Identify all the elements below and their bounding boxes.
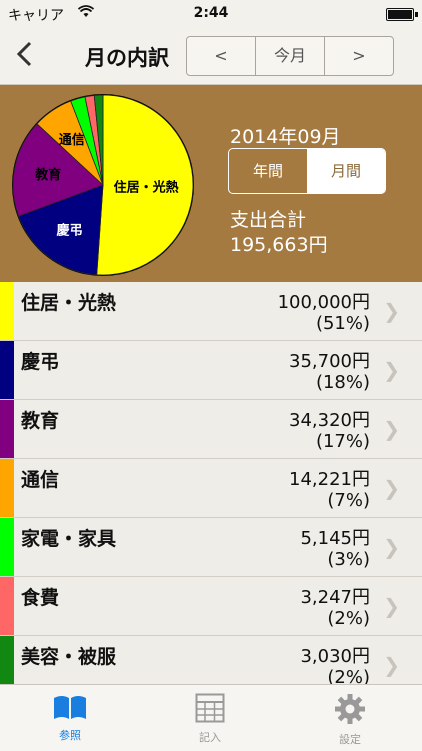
category-percent: (2%): [327, 608, 370, 629]
category-color-swatch: [0, 282, 14, 340]
total-label: 支出合計: [230, 209, 307, 231]
tab-entry[interactable]: 記入: [170, 693, 250, 745]
page-title: 月の内訳: [85, 46, 169, 70]
period-year-button[interactable]: 年間: [229, 149, 307, 193]
category-percent: (18%): [315, 372, 370, 393]
chevron-left-icon: [16, 41, 32, 67]
expense-pie-chart: 住居・光熱慶弔 教育 通信: [12, 94, 194, 276]
pie-slice-label: 教育: [34, 167, 61, 183]
chevron-right-icon: ❯: [383, 476, 400, 500]
category-row[interactable]: 通信 14,221円 (7%) ❯: [0, 459, 422, 518]
category-amount: 35,700円: [289, 351, 370, 372]
category-row[interactable]: 慶弔 35,700円 (18%) ❯: [0, 341, 422, 400]
category-name: 住居・光熱: [21, 292, 117, 314]
period-toggle: 年間 月間: [228, 148, 386, 194]
category-amount: 3,030円: [300, 646, 370, 667]
chevron-right-icon: ❯: [383, 299, 400, 323]
pie-slice-label: 住居・光熱: [114, 180, 179, 196]
category-percent: (17%): [315, 431, 370, 452]
status-time: 2:44: [193, 5, 229, 21]
previous-month-button[interactable]: <: [187, 37, 256, 75]
chevron-right-icon: ❯: [383, 653, 400, 677]
tab-reference-label: 参照: [59, 729, 81, 742]
category-name: 美容・被服: [21, 646, 117, 668]
chevron-right-icon: ❯: [383, 594, 400, 618]
period-month-button[interactable]: 月間: [307, 149, 385, 193]
pie-slice-label: 慶弔: [57, 223, 83, 239]
category-list: 住居・光熱 100,000円 (51%) ❯ 慶弔 35,700円 (18%) ❯ 教育 34,3…: [0, 282, 422, 684]
category-amount: 3,247円: [300, 587, 370, 608]
category-name: 家電・家具: [21, 528, 117, 550]
category-percent: (51%): [315, 313, 370, 334]
category-row[interactable]: 家電・家具 5,145円 (3%) ❯: [0, 518, 422, 577]
chevron-right-icon: ❯: [383, 358, 400, 382]
category-percent: (3%): [327, 549, 370, 570]
back-button[interactable]: [14, 40, 38, 70]
tab-bar: 参照 記入 設定: [0, 684, 422, 751]
book-icon: [54, 696, 86, 719]
category-color-swatch: [0, 341, 14, 399]
tab-settings-label: 設定: [339, 733, 361, 746]
category-amount: 5,145円: [300, 528, 370, 549]
grid-icon: [195, 693, 225, 723]
category-amount: 100,000円: [277, 292, 370, 313]
category-color-swatch: [0, 636, 14, 684]
category-amount: 34,320円: [289, 410, 370, 431]
battery-icon: [386, 8, 418, 21]
category-row[interactable]: 住居・光熱 100,000円 (51%) ❯: [0, 282, 422, 341]
tab-settings[interactable]: 設定: [310, 693, 390, 747]
summary-panel: 住居・光熱慶弔 教育 通信 2014年09月 年間 月間 支出合計 195,663円: [0, 85, 422, 282]
category-percent: (7%): [327, 490, 370, 511]
category-color-swatch: [0, 400, 14, 458]
month-label: 2014年09月: [230, 126, 341, 148]
status-bar: キャリア 2:44: [0, 0, 422, 28]
next-month-button[interactable]: >: [325, 37, 393, 75]
navigation-bar: 月の内訳 < 今月 >: [0, 28, 422, 85]
category-row[interactable]: 教育 34,320円 (17%) ❯: [0, 400, 422, 459]
current-month-button[interactable]: 今月: [256, 37, 325, 75]
month-navigator: < 今月 >: [186, 36, 394, 76]
chevron-right-icon: ❯: [383, 535, 400, 559]
tab-entry-label: 記入: [199, 731, 221, 744]
category-name: 通信: [21, 469, 60, 491]
category-row[interactable]: 美容・被服 3,030円 (2%) ❯: [0, 636, 422, 684]
category-color-swatch: [0, 577, 14, 635]
total-value: 195,663円: [230, 234, 328, 256]
category-amount: 14,221円: [289, 469, 370, 490]
gear-icon: [335, 694, 365, 724]
category-name: 慶弔: [21, 351, 60, 373]
category-name: 教育: [21, 410, 60, 432]
pie-slice-label: 通信: [59, 132, 85, 148]
category-color-swatch: [0, 459, 14, 517]
category-name: 食費: [21, 587, 60, 609]
category-color-swatch: [0, 518, 14, 576]
category-percent: (2%): [327, 667, 370, 684]
chevron-right-icon: ❯: [383, 417, 400, 441]
category-row[interactable]: 食費 3,247円 (2%) ❯: [0, 577, 422, 636]
tab-reference[interactable]: 参照: [30, 693, 110, 743]
